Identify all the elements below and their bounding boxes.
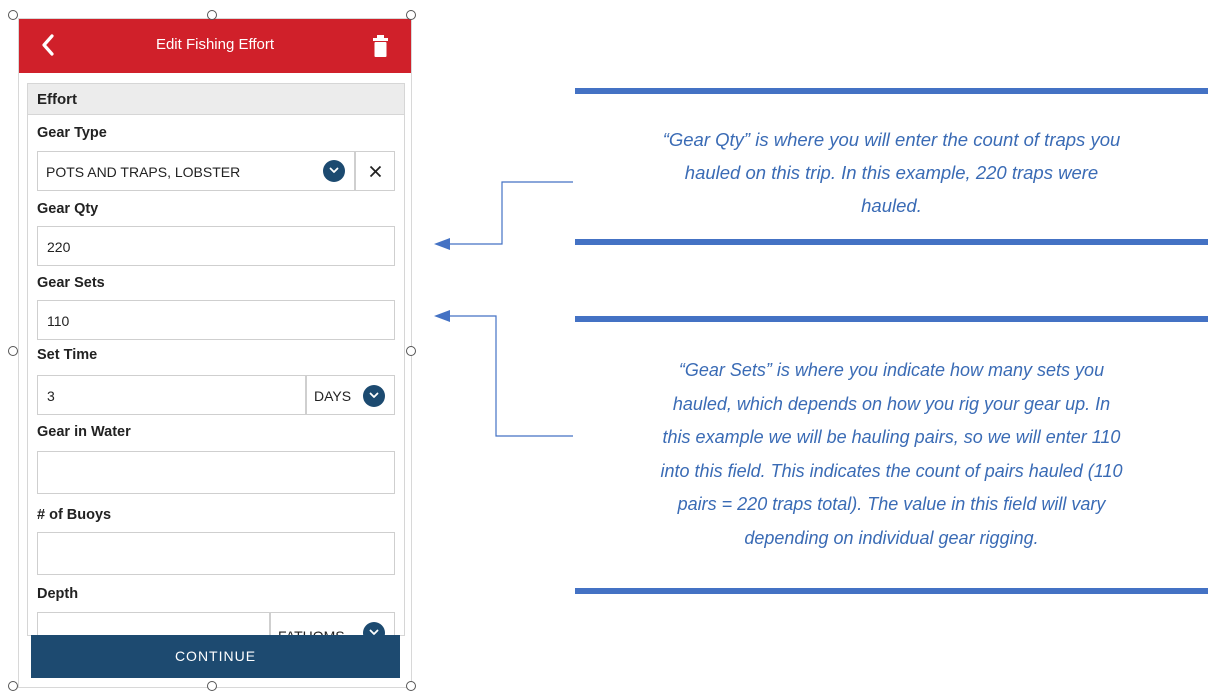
gear-sets-arrowhead: [434, 310, 450, 322]
callout-top-bar: [575, 316, 1208, 322]
gear-qty-callout-text: “Gear Qty” is where you will enter the c…: [575, 123, 1208, 222]
callout-line: this example we will be hauling pairs, s…: [662, 427, 1121, 447]
callout-bottom-bar: [575, 239, 1208, 245]
gear-qty-arrowhead: [434, 238, 450, 250]
gear-qty-arrow: [448, 181, 573, 245]
gear-qty-callout: “Gear Qty” is where you will enter the c…: [575, 88, 1208, 250]
callout-line: pairs = 220 traps total). The value in t…: [677, 494, 1106, 514]
callout-line: into this field. This indicates the coun…: [660, 460, 1123, 481]
callout-line: depending on individual gear rigging.: [744, 527, 1039, 548]
gear-sets-callout-text: “Gear Sets” is where you indicate how ma…: [575, 354, 1208, 555]
callout-line: hauled, which depends on how you rig you…: [672, 393, 1111, 414]
gear-sets-callout: “Gear Sets” is where you indicate how ma…: [575, 316, 1208, 598]
callout-top-bar: [575, 88, 1208, 94]
callout-line: “Gear Qty” is where you will enter the c…: [662, 129, 1121, 150]
callout-line: hauled.: [861, 195, 922, 216]
callout-line: “Gear Sets” is where you indicate how ma…: [678, 360, 1105, 380]
gear-sets-arrow: [448, 315, 573, 437]
callout-line: hauled on this trip. In this example, 22…: [684, 162, 1099, 183]
callout-bottom-bar: [575, 588, 1208, 594]
